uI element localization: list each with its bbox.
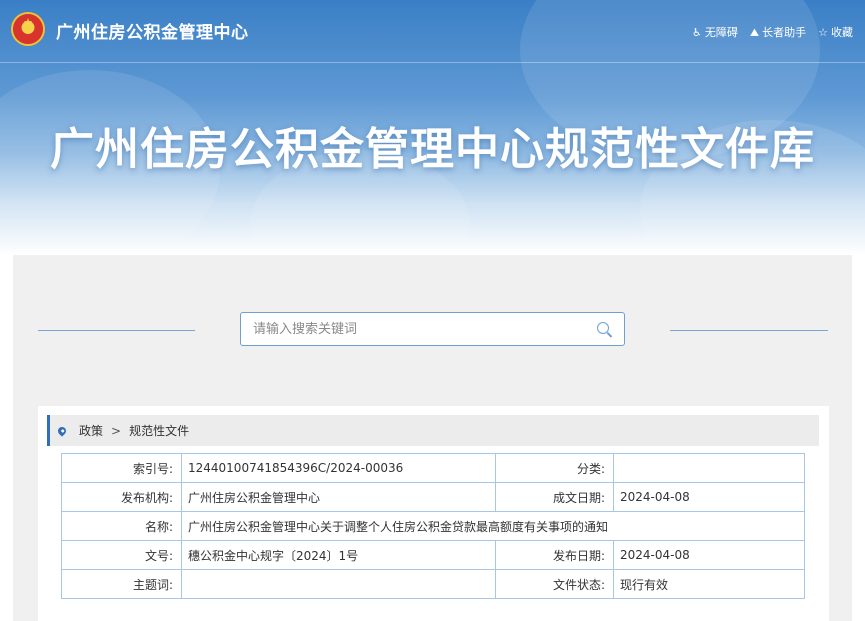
status-label: 文件状态: xyxy=(495,569,614,599)
divider-right xyxy=(670,330,828,331)
index-no-label: 索引号: xyxy=(61,453,182,483)
name-label: 名称: xyxy=(61,511,182,541)
document-meta-table: 索引号: 12440100741854396C/2024-00036 分类: 发… xyxy=(61,453,805,599)
favorite-label: 收藏 xyxy=(831,26,853,39)
keywords-label: 主题词: xyxy=(61,569,182,599)
issuer-value: 广州住房公积金管理中心 xyxy=(181,482,496,512)
search-box xyxy=(240,312,625,346)
top-links: ♿ 无障碍 ⛰ 长者助手 ☆ 收藏 xyxy=(692,24,853,40)
table-row: 发布机构: 广州住房公积金管理中心 成文日期: 2024-04-08 xyxy=(61,482,805,512)
publish-date-label: 发布日期: xyxy=(495,540,614,570)
keywords-value xyxy=(181,569,496,599)
doc-no-value: 穗公积金中心规字〔2024〕1号 xyxy=(181,540,496,570)
star-icon: ☆ xyxy=(818,25,828,39)
index-no-value: 12440100741854396C/2024-00036 xyxy=(181,453,496,483)
site-name[interactable]: 广州住房公积金管理中心 xyxy=(56,18,249,43)
document-card: 政策 > 规范性文件 索引号: 12440100741854396C/2024-… xyxy=(38,406,829,621)
publish-date-value: 2024-04-08 xyxy=(613,540,805,570)
table-row: 文号: 穗公积金中心规字〔2024〕1号 发布日期: 2024-04-08 xyxy=(61,540,805,570)
main-panel: 政策 > 规范性文件 索引号: 12440100741854396C/2024-… xyxy=(13,255,852,621)
national-emblem-icon xyxy=(13,14,43,44)
location-pin-icon xyxy=(56,424,68,437)
divider-left xyxy=(38,330,195,331)
doc-no-label: 文号: xyxy=(61,540,182,570)
table-row: 索引号: 12440100741854396C/2024-00036 分类: xyxy=(61,453,805,483)
top-bar: 广州住房公积金管理中心 ♿ 无障碍 ⛰ 长者助手 ☆ 收藏 xyxy=(0,0,865,63)
hero-title: 广州住房公积金管理中心规范性文件库 xyxy=(50,124,815,175)
accessibility-link[interactable]: ♿ 无障碍 xyxy=(692,24,738,40)
table-row: 主题词: 文件状态: 现行有效 xyxy=(61,569,805,599)
name-value: 广州住房公积金管理中心关于调整个人住房公积金贷款最高额度有关事项的通知 xyxy=(181,511,805,541)
elder-assist-icon: ⛰ xyxy=(749,25,760,39)
breadcrumb-item-policy[interactable]: 政策 xyxy=(79,422,103,439)
chevron-right-icon: > xyxy=(111,423,122,438)
accessibility-label: 无障碍 xyxy=(704,26,738,39)
breadcrumb: 政策 > 规范性文件 xyxy=(47,415,819,446)
search-input[interactable] xyxy=(241,313,605,345)
elder-assist-link[interactable]: ⛰ 长者助手 xyxy=(750,24,806,40)
issuer-label: 发布机构: xyxy=(61,482,182,512)
breadcrumb-item-normative-docs[interactable]: 规范性文件 xyxy=(129,422,189,439)
table-row: 名称: 广州住房公积金管理中心关于调整个人住房公积金贷款最高额度有关事项的通知 xyxy=(61,511,805,541)
header-banner: 广州住房公积金管理中心 ♿ 无障碍 ⛰ 长者助手 ☆ 收藏 广州住房公积金管理中… xyxy=(0,0,865,255)
accessibility-icon: ♿ xyxy=(692,25,702,39)
category-label: 分类: xyxy=(495,453,614,483)
search-icon[interactable] xyxy=(596,321,614,339)
elder-assist-label: 长者助手 xyxy=(762,26,807,39)
written-date-value: 2024-04-08 xyxy=(613,482,805,512)
category-value xyxy=(613,453,805,483)
favorite-link[interactable]: ☆ 收藏 xyxy=(818,24,853,40)
written-date-label: 成文日期: xyxy=(495,482,614,512)
status-value: 现行有效 xyxy=(613,569,805,599)
